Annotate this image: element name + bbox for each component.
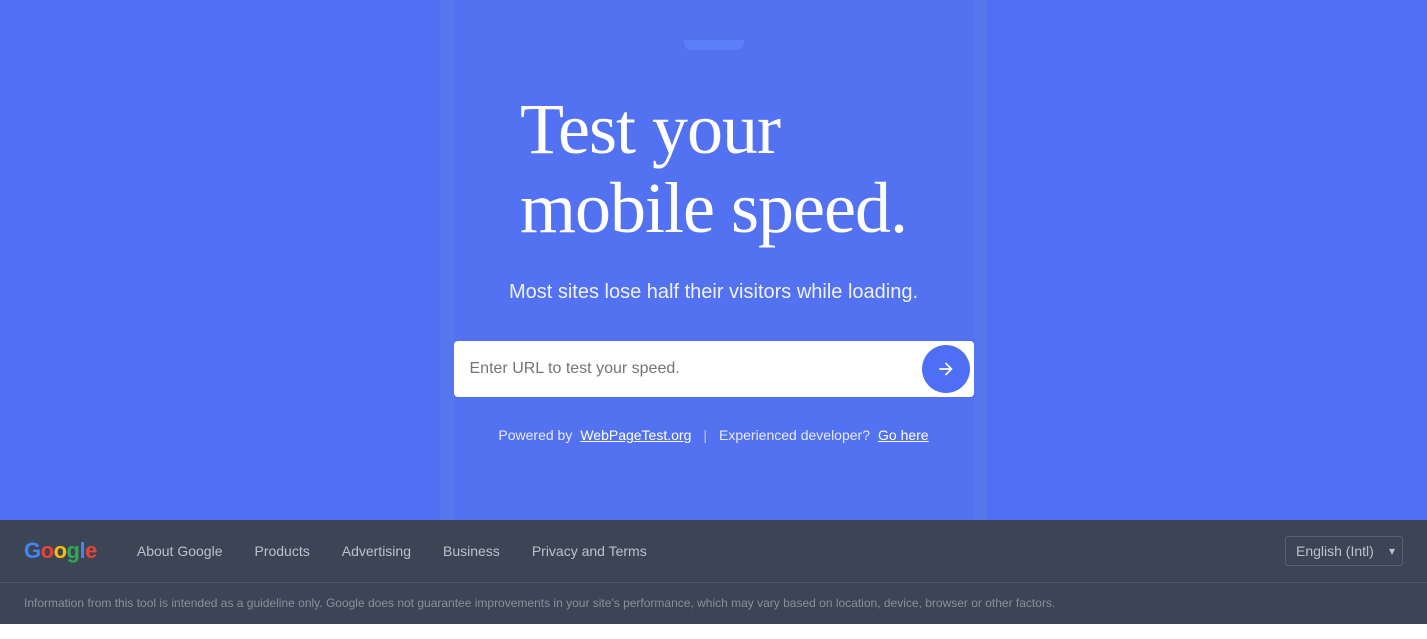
powered-by-section: Powered by WebPageTest.org | Experienced… xyxy=(498,427,928,443)
phone-notch-decoration xyxy=(684,40,744,50)
footer-nav: Google About Google Products Advertising… xyxy=(0,520,1427,583)
developer-text: Experienced developer? xyxy=(719,427,870,443)
bg-left xyxy=(0,0,440,520)
submit-button[interactable] xyxy=(922,345,970,393)
webpagetest-link[interactable]: WebPageTest.org xyxy=(580,427,691,443)
language-select[interactable]: English (Intl) xyxy=(1285,536,1403,566)
footer-links: About Google Products Advertising Busine… xyxy=(121,543,1285,559)
go-here-link[interactable]: Go here xyxy=(878,427,929,443)
google-logo: Google xyxy=(24,538,97,564)
powered-by-text: Powered by xyxy=(498,427,572,443)
footer-link-privacy-terms[interactable]: Privacy and Terms xyxy=(516,543,663,559)
footer-right: English (Intl) xyxy=(1285,536,1403,566)
language-select-wrapper: English (Intl) xyxy=(1285,536,1403,566)
footer-link-business[interactable]: Business xyxy=(427,543,516,559)
arrow-right-icon xyxy=(936,359,956,379)
hero-subtitle: Most sites lose half their visitors whil… xyxy=(509,278,918,306)
url-input[interactable] xyxy=(470,346,922,392)
footer-link-products[interactable]: Products xyxy=(238,543,325,559)
separator: | xyxy=(703,427,707,443)
bg-right xyxy=(987,0,1427,520)
hero-section: Test your mobile speed. Most sites lose … xyxy=(0,0,1427,520)
url-input-wrapper xyxy=(454,341,974,397)
footer: Google About Google Products Advertising… xyxy=(0,520,1427,624)
footer-link-advertising[interactable]: Advertising xyxy=(326,543,427,559)
footer-disclaimer: Information from this tool is intended a… xyxy=(0,583,1427,624)
hero-title: Test your mobile speed. xyxy=(520,90,907,248)
footer-link-about-google[interactable]: About Google xyxy=(121,543,239,559)
page-wrapper: Test your mobile speed. Most sites lose … xyxy=(0,0,1427,624)
center-card: Test your mobile speed. Most sites lose … xyxy=(454,0,974,520)
